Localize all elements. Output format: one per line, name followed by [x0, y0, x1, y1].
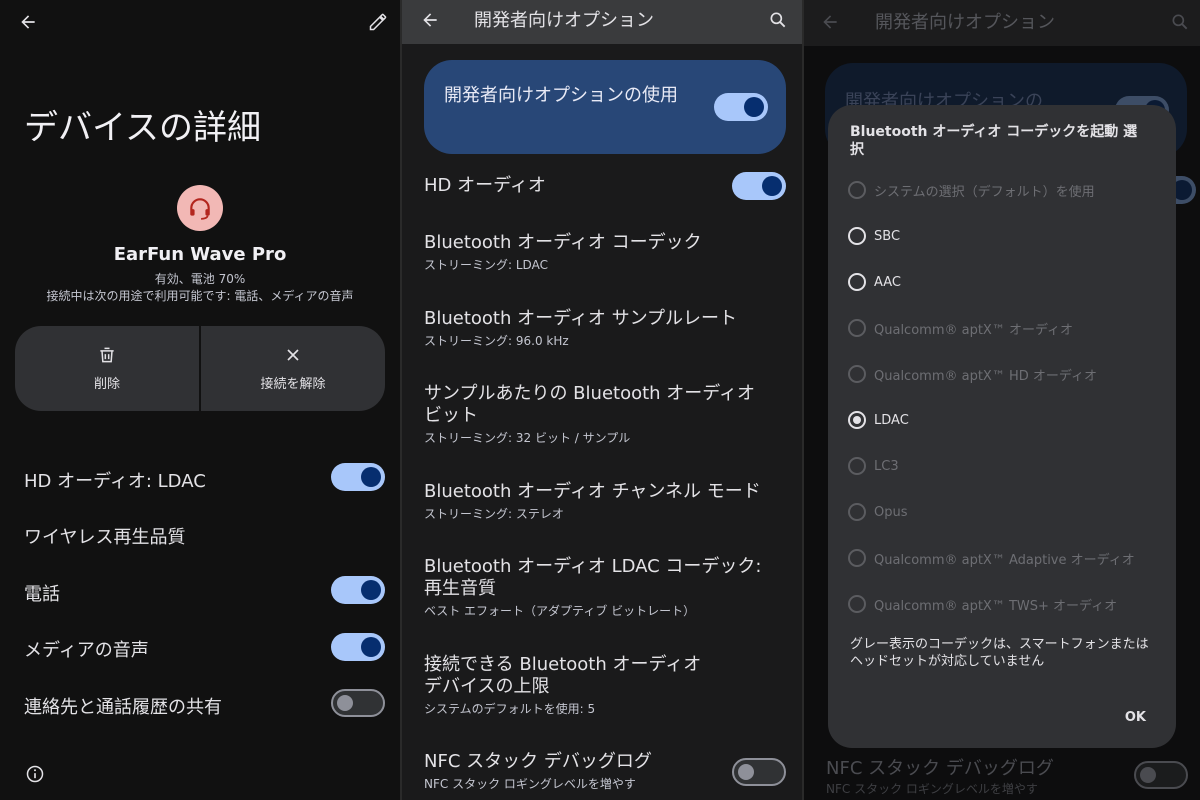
item-summary: NFC スタック ロギングレベルを増やす — [424, 777, 636, 791]
dimmed-nfc-toggle — [1134, 761, 1188, 789]
item-summary: ベスト エフォート（アダプティブ ビットレート） — [424, 604, 696, 618]
item-title: Bluetooth オーディオ サンプルレート — [424, 308, 738, 329]
item-summary: ストリーミング: 32 ビット / サンプル — [424, 431, 631, 445]
app-bar-title: 開発者向けオプション — [875, 12, 1055, 33]
item-title: 接続できる Bluetooth オーディオ デバイスの上限 — [424, 654, 702, 697]
device-actions: 削除 接続を解除 — [15, 326, 385, 411]
back-arrow-icon[interactable] — [14, 8, 42, 36]
back-arrow-icon[interactable] — [416, 6, 444, 34]
media-audio-label: メディアの音声 — [24, 640, 149, 661]
codec-dialog-screen: 開発者向けオプション 開発者向けオプションの Bluetooth オーディオ コ… — [804, 0, 1200, 800]
codec-option-aptx-tws: Qualcomm® aptX™ TWS+ オーディオ — [848, 593, 1117, 615]
dev-options-main-switch[interactable]: 開発者向けオプションの使用 — [424, 60, 786, 154]
radio-button — [848, 319, 866, 337]
bt-max-devices-item[interactable]: 接続できる Bluetooth オーディオ デバイスの上限 システムのデフォルト… — [424, 654, 724, 717]
phone-calls-toggle[interactable] — [331, 576, 385, 604]
dimmed-nfc-title: NFC スタック デバッグログ — [826, 758, 1054, 779]
search-icon[interactable] — [764, 6, 792, 34]
dimmed-nfc-sub: NFC スタック ロギングレベルを増やす — [826, 782, 1038, 796]
option-label: SBC — [874, 228, 901, 244]
item-summary: ストリーミング: 96.0 kHz — [424, 334, 569, 348]
dialog-note: グレー表示のコーデックは、スマートフォンまたはヘッドセットが対応していません — [850, 637, 1149, 669]
bt-channel-mode-item[interactable]: Bluetooth オーディオ チャンネル モード ストリーミング: ステレオ — [424, 481, 784, 522]
codec-option-sbc[interactable]: SBC — [848, 225, 900, 247]
hd-audio-ldac-label: HD オーディオ: LDAC — [24, 471, 206, 492]
codec-option-aptx-adaptive: Qualcomm® aptX™ Adaptive オーディオ — [848, 547, 1135, 569]
option-label: AAC — [874, 274, 901, 290]
delete-label: 削除 — [93, 377, 120, 392]
hd-audio-title: HD オーディオ — [424, 175, 546, 196]
developer-options-screen: 開発者向けオプション 開発者向けオプションの使用 HD オーディオ Blueto… — [402, 0, 802, 800]
page-title: デバイスの詳細 — [24, 108, 261, 148]
radio-button-selected[interactable] — [848, 411, 866, 429]
disconnect-button[interactable]: 接続を解除 — [201, 326, 385, 411]
item-title: Bluetooth オーディオ コーデック — [424, 232, 702, 253]
codec-option-system-default: システムの選択（デフォルト）を使用 — [848, 179, 1095, 201]
radio-button — [848, 549, 866, 567]
radio-button — [848, 181, 866, 199]
dialog-title: Bluetooth オーディオ コーデックを起動 選択 — [850, 124, 1138, 158]
option-label: Qualcomm® aptX™ Adaptive オーディオ — [874, 552, 1135, 568]
headset-icon — [190, 198, 210, 220]
radio-button — [848, 365, 866, 383]
edit-pencil-icon[interactable] — [364, 8, 392, 36]
option-label: システムの選択（デフォルト）を使用 — [874, 184, 1095, 200]
item-title: サンプルあたりの Bluetooth オーディオ ビット — [424, 383, 756, 426]
radio-button[interactable] — [848, 273, 866, 291]
wireless-quality-item[interactable]: ワイヤレス再生品質 — [24, 523, 185, 549]
headset-avatar — [177, 185, 223, 231]
back-arrow-icon[interactable] — [816, 8, 844, 36]
main-switch-label: 開発者向けオプションの使用 — [444, 85, 678, 106]
item-title: NFC スタック デバッグログ — [424, 751, 652, 772]
codec-option-ldac[interactable]: LDAC — [848, 409, 909, 431]
option-label: Qualcomm® aptX™ HD オーディオ — [874, 368, 1097, 384]
trash-icon — [100, 347, 114, 363]
disconnect-label: 接続を解除 — [260, 377, 326, 392]
hd-audio-ldac-toggle[interactable] — [331, 463, 385, 491]
bt-ldac-quality-item[interactable]: Bluetooth オーディオ LDAC コーデック: 再生音質 ベスト エフォ… — [424, 556, 776, 619]
hd-audio-item[interactable]: HD オーディオ — [424, 175, 784, 197]
item-summary: システムのデフォルトを使用: 5 — [424, 702, 596, 716]
radio-button — [848, 503, 866, 521]
codec-option-lc3: LC3 — [848, 455, 899, 477]
nfc-debug-log-item[interactable]: NFC スタック デバッグログ NFC スタック ロギングレベルを増やす — [424, 751, 784, 792]
bt-codec-item[interactable]: Bluetooth オーディオ コーデック ストリーミング: LDAC — [424, 232, 784, 273]
media-audio-toggle[interactable] — [331, 633, 385, 661]
search-icon[interactable] — [1166, 8, 1194, 36]
device-usage: 接続中は次の用途で利用可能です: 電話、メディアの音声 — [46, 289, 354, 303]
item-summary: ストリーミング: LDAC — [424, 258, 548, 272]
device-name: EarFun Wave Pro — [113, 244, 287, 265]
option-label: Qualcomm® aptX™ TWS+ オーディオ — [874, 598, 1118, 614]
contact-sharing-toggle[interactable] — [331, 689, 385, 717]
option-label: LDAC — [874, 412, 909, 428]
phone-calls-label: 電話 — [24, 584, 60, 605]
option-label: LC3 — [874, 458, 899, 474]
main-switch-toggle[interactable] — [714, 93, 768, 121]
option-label: Opus — [874, 504, 908, 520]
item-title: Bluetooth オーディオ チャンネル モード — [424, 481, 761, 502]
radio-button — [848, 595, 866, 613]
bt-sample-rate-item[interactable]: Bluetooth オーディオ サンプルレート ストリーミング: 96.0 kH… — [424, 308, 784, 349]
info-icon[interactable] — [24, 763, 46, 785]
close-icon — [287, 349, 299, 361]
codec-option-aptx: Qualcomm® aptX™ オーディオ — [848, 317, 1073, 339]
item-title: Bluetooth オーディオ LDAC コーデック: 再生音質 — [424, 556, 762, 599]
radio-button[interactable] — [848, 227, 866, 245]
codec-option-aptx-hd: Qualcomm® aptX™ HD オーディオ — [848, 363, 1097, 385]
delete-button[interactable]: 削除 — [15, 326, 199, 411]
bt-bits-per-sample-item[interactable]: サンプルあたりの Bluetooth オーディオ ビット ストリーミング: 32… — [424, 383, 774, 446]
option-label: Qualcomm® aptX™ オーディオ — [874, 322, 1074, 338]
contact-sharing-label: 連絡先と通話履歴の共有 — [24, 697, 222, 718]
ok-button[interactable]: OK — [1125, 710, 1146, 725]
hd-audio-toggle[interactable] — [732, 172, 786, 200]
codec-select-dialog: Bluetooth オーディオ コーデックを起動 選択 システムの選択（デフォル… — [828, 105, 1176, 748]
radio-button — [848, 457, 866, 475]
app-bar-title: 開発者向けオプション — [474, 10, 654, 31]
item-summary: ストリーミング: ステレオ — [424, 507, 564, 521]
device-details-screen: デバイスの詳細 EarFun Wave Pro 有効、電池 70% 接続中は次の… — [0, 0, 400, 800]
codec-option-opus: Opus — [848, 501, 908, 523]
device-status: 有効、電池 70% — [154, 272, 246, 286]
codec-option-aac[interactable]: AAC — [848, 271, 901, 293]
nfc-debug-toggle[interactable] — [732, 758, 786, 786]
